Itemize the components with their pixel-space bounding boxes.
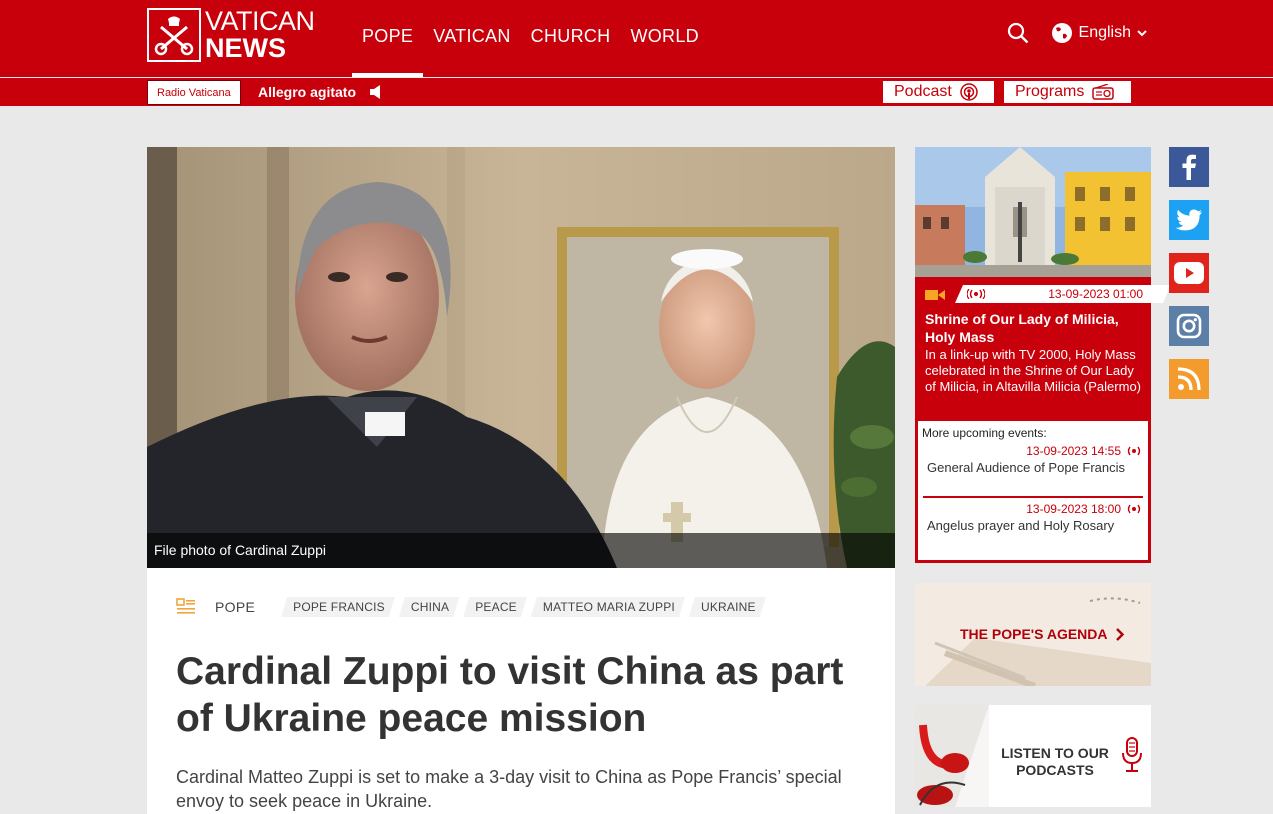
news-section-icon [176,598,196,616]
upcoming-event-datetime: 13-09-2023 14:55 [1026,444,1121,458]
article-hero-image: File photo of Cardinal Zuppi [147,147,895,568]
nav-pope[interactable]: POPE [352,0,424,77]
upcoming-event-name: Angelus prayer and Holy Rosary [927,518,1115,533]
tag-pope-francis[interactable]: POPE FRANCIS [281,597,395,617]
programs-label: Programs [1015,83,1085,100]
live-datetime-badge: 13-09-2023 01:00 [955,285,1171,303]
search-icon[interactable] [1005,20,1031,46]
globe-icon [1051,23,1072,43]
twitter-icon[interactable] [1169,200,1209,240]
youtube-icon[interactable] [1169,253,1209,293]
main-nav: POPE VATICAN CHURCH WORLD [352,0,709,77]
radio-icon [1092,84,1115,100]
logo-line2: NEWS [205,33,286,63]
facebook-icon[interactable] [1169,147,1209,187]
upcoming-event-datetime: 13-09-2023 18:00 [1026,502,1121,516]
broadcast-icon [1125,446,1143,456]
nav-church[interactable]: CHURCH [521,0,621,77]
logo-line1: VATICAN [205,6,315,36]
tag-matteo-maria-zuppi[interactable]: MATTEO MARIA ZUPPI [531,597,685,617]
agenda-label: THE POPE'S AGENDA [960,626,1108,642]
live-event-title[interactable]: Shrine of Our Lady of Milicia, Holy Mass [925,310,1141,346]
section-link[interactable]: POPE [215,599,255,615]
article-headline: Cardinal Zuppi to visit China as part of… [176,650,844,740]
upcoming-heading: More upcoming events: [922,426,1047,440]
rss-icon[interactable] [1169,359,1209,399]
divider [923,496,1143,498]
upcoming-event-name: General Audience of Pope Francis [927,460,1126,475]
popes-agenda-link[interactable]: THE POPE'S AGENDA [960,626,1124,642]
tag-china[interactable]: CHINA [399,597,459,617]
podcasts-card[interactable]: LISTEN TO OUR PODCASTS [915,705,1151,807]
podcast-icon [960,83,978,101]
video-camera-icon [925,288,945,306]
live-event-card[interactable]: 13-09-2023 01:00 Shrine of Our Lady of M… [915,147,1151,563]
article-card: POPE POPE FRANCIS CHINA PEACE MATTEO MAR… [147,568,895,814]
now-playing: Allegro agitato [258,84,382,100]
papal-keys-icon [147,8,201,62]
podcast-button[interactable]: Podcast [883,81,994,103]
chevron-right-icon [1115,627,1124,641]
live-meta-row: 13-09-2023 01:00 [915,285,1151,305]
radio-station-button[interactable]: Radio Vaticana [147,80,241,105]
live-event-description: In a link-up with TV 2000, Holy Mass cel… [925,347,1141,394]
header-tools: English [1005,20,1153,46]
instagram-icon[interactable] [1169,306,1209,346]
chevron-down-icon [1137,26,1153,40]
shrine-image [915,147,1151,277]
image-caption: File photo of Cardinal Zuppi [147,533,895,568]
nav-vatican[interactable]: VATICAN [423,0,520,77]
upcoming-events: More upcoming events: 13-09-2023 14:55 G… [918,421,1148,560]
podcasts-label: LISTEN TO OUR PODCASTS [1001,745,1109,778]
popes-agenda-card[interactable]: THE POPE'S AGENDA [915,583,1151,686]
radio-bar: Radio Vaticana Allegro agitato Podcast P… [0,78,1273,106]
broadcast-icon [1125,504,1143,514]
speaker-icon[interactable] [370,85,382,99]
vatican-news-logo[interactable]: VATICAN NEWS [147,8,327,62]
live-datetime: 13-09-2023 01:00 [1048,287,1143,301]
upcoming-event[interactable]: 13-09-2023 18:00 Angelus prayer and Holy… [927,502,1143,534]
broadcast-icon [967,288,985,302]
microphone-icon [1121,737,1143,778]
now-playing-title: Allegro agitato [258,84,357,100]
top-header: VATICAN NEWS POPE VATICAN CHURCH WORLD E… [0,0,1273,77]
headphones-image [915,705,989,807]
tag-row: POPE POPE FRANCIS CHINA PEACE MATTEO MAR… [176,597,770,617]
language-selector[interactable]: English [1051,22,1153,44]
podcast-label: Podcast [894,83,952,100]
tag-peace[interactable]: PEACE [463,597,527,617]
tag-ukraine[interactable]: UKRAINE [689,597,766,617]
social-links [1169,147,1209,412]
language-label: English [1078,24,1131,41]
upcoming-event[interactable]: 13-09-2023 14:55 General Audience of Pop… [927,444,1143,476]
article-lede: Cardinal Matteo Zuppi is set to make a 3… [176,767,842,811]
programs-button[interactable]: Programs [1004,81,1131,103]
nav-world[interactable]: WORLD [620,0,709,77]
